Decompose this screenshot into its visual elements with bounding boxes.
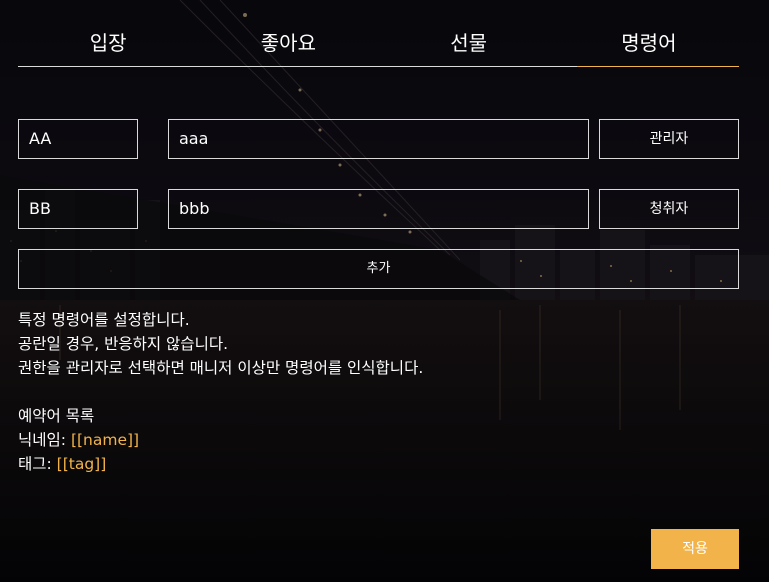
- tag-label: 태그:: [18, 455, 57, 473]
- tab-like[interactable]: 좋아요: [198, 28, 378, 66]
- tag-token: [[tag]]: [56, 455, 107, 473]
- tab-command[interactable]: 명령어: [559, 28, 740, 67]
- apply-button[interactable]: 적용: [651, 529, 739, 569]
- reserved-word-nickname: 닉네임: [[name]]: [18, 428, 718, 452]
- nickname-label: 닉네임:: [18, 431, 71, 449]
- help-line: 권한을 관리자로 선택하면 매니저 이상만 명령어를 인식합니다.: [18, 359, 424, 377]
- reserved-word-tag: 태그: [[tag]]: [18, 452, 718, 476]
- permission-select[interactable]: 관리자: [599, 119, 739, 159]
- command-response-input[interactable]: aaa: [168, 119, 589, 159]
- help-text: 특정 명령어를 설정합니다. 공란일 경우, 반응하지 않습니다. 권한을 관리…: [18, 308, 718, 476]
- reserved-words-title: 예약어 목록: [18, 407, 95, 425]
- command-response-input[interactable]: bbb: [168, 189, 589, 229]
- tab-gift[interactable]: 선물: [379, 28, 559, 66]
- command-key-input[interactable]: AA: [18, 119, 138, 159]
- tab-entry[interactable]: 입장: [18, 28, 198, 66]
- nickname-token: [[name]]: [70, 431, 140, 449]
- tab-bar: 입장 좋아요 선물 명령어: [18, 28, 740, 67]
- command-key-input[interactable]: BB: [18, 189, 138, 229]
- help-line: 특정 명령어를 설정합니다.: [18, 311, 190, 329]
- help-line: 공란일 경우, 반응하지 않습니다.: [18, 335, 229, 353]
- permission-select[interactable]: 청취자: [599, 189, 739, 229]
- add-command-button[interactable]: 추가: [18, 249, 739, 289]
- command-settings-panel: 입장 좋아요 선물 명령어 AA aaa 관리자 BB bbb 청취자 추가 특…: [0, 0, 769, 582]
